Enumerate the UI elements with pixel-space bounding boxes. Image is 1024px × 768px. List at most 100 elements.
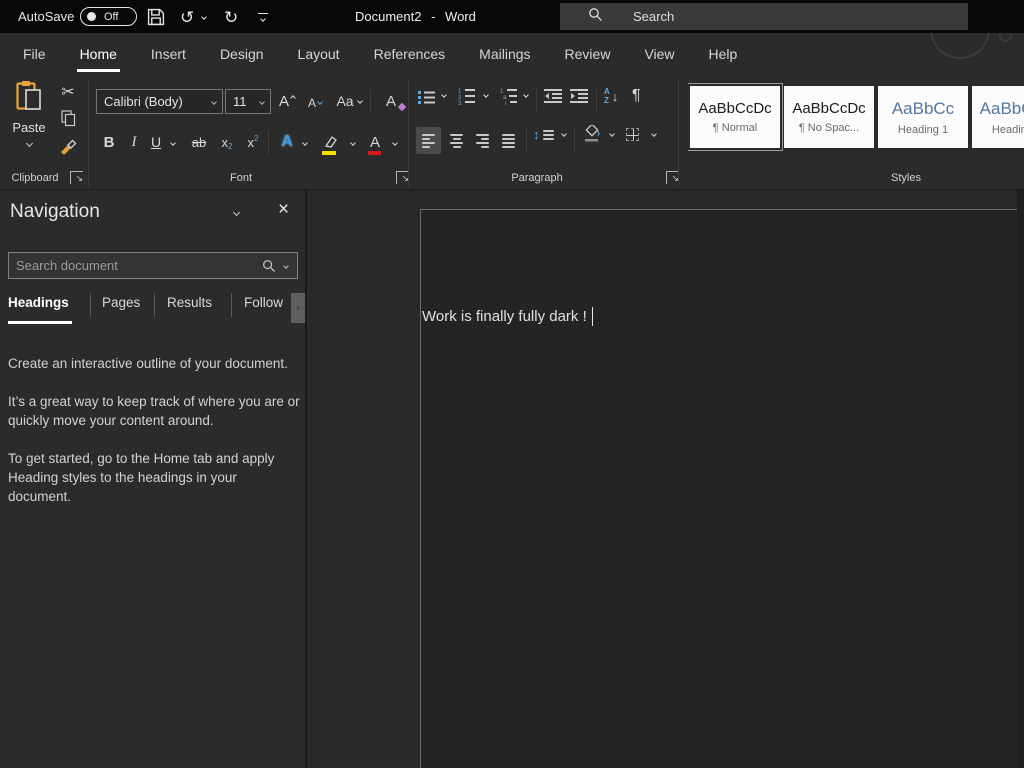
font-color-bar bbox=[368, 151, 381, 155]
font-family-value: Calibri (Body) bbox=[104, 94, 183, 109]
style-heading-2[interactable]: AaBbCcD Heading 2 bbox=[972, 86, 1024, 148]
autosave-state: Off bbox=[104, 10, 119, 23]
navigation-pane: Navigation × Headings Pages Results Foll… bbox=[0, 190, 307, 768]
italic-button[interactable]: I bbox=[124, 130, 144, 154]
tab-home[interactable]: Home bbox=[63, 33, 134, 75]
navigation-close-icon[interactable]: × bbox=[278, 199, 289, 221]
justify-button[interactable] bbox=[496, 127, 521, 154]
text-effects-button[interactable]: A bbox=[276, 130, 298, 154]
align-center-button[interactable] bbox=[444, 127, 469, 154]
clipboard-dialog-launcher-icon[interactable]: ↘ bbox=[70, 171, 83, 184]
bullets-icon[interactable] bbox=[418, 90, 435, 104]
show-hide-pilcrow-icon[interactable]: ¶ bbox=[632, 87, 641, 105]
clipboard-paste-icon bbox=[16, 80, 42, 116]
grow-font-button[interactable]: A bbox=[274, 90, 300, 112]
font-size-value: 11 bbox=[233, 94, 247, 109]
font-color-dropdown-icon[interactable] bbox=[388, 133, 402, 153]
nav-paragraph: It’s a great way to keep track of where … bbox=[8, 394, 300, 428]
document-title: Document2 - Word bbox=[355, 9, 476, 24]
search-document-icon[interactable] bbox=[262, 259, 276, 273]
toggle-knob-icon bbox=[87, 12, 96, 21]
change-case-button[interactable]: Aa bbox=[332, 90, 366, 112]
style-no-spacing[interactable]: AaBbCcDc ¶ No Spac... bbox=[784, 86, 874, 148]
multilevel-dropdown-icon[interactable] bbox=[520, 92, 532, 98]
font-color-button[interactable]: A bbox=[364, 128, 386, 156]
text-effects-dropdown-icon[interactable] bbox=[298, 133, 312, 153]
tab-layout[interactable]: Layout bbox=[281, 33, 357, 75]
undo-dropdown-icon[interactable] bbox=[201, 5, 207, 29]
line-spacing-dropdown-icon[interactable] bbox=[558, 131, 570, 137]
multilevel-list-icon[interactable]: 1 a i bbox=[500, 88, 517, 105]
underline-button[interactable]: U bbox=[146, 130, 166, 154]
search-icon bbox=[588, 7, 603, 27]
style-heading-1[interactable]: AaBbCc Heading 1 bbox=[878, 86, 968, 148]
search-label: Search bbox=[633, 9, 675, 24]
borders-icon[interactable] bbox=[626, 128, 639, 141]
tab-references[interactable]: References bbox=[357, 33, 463, 75]
paste-label: Paste bbox=[12, 120, 46, 135]
navigation-pane-title: Navigation bbox=[10, 201, 100, 222]
navigation-options-dropdown-icon[interactable] bbox=[232, 208, 241, 217]
paragraph-group-label: Paragraph bbox=[511, 172, 563, 184]
increase-indent-icon[interactable] bbox=[570, 89, 588, 103]
align-right-button[interactable] bbox=[470, 127, 495, 154]
font-size-select[interactable]: 11 bbox=[225, 89, 271, 114]
decrease-indent-icon[interactable] bbox=[544, 89, 562, 103]
bullets-dropdown-icon[interactable] bbox=[438, 92, 450, 98]
customize-toolbar-icon[interactable] bbox=[258, 5, 268, 29]
autosave-label: AutoSave bbox=[18, 9, 75, 24]
shading-dropdown-icon[interactable] bbox=[606, 131, 618, 137]
cut-icon[interactable]: ✂ bbox=[56, 81, 80, 103]
shrink-font-button[interactable]: A bbox=[302, 92, 328, 114]
svg-text:i: i bbox=[505, 101, 506, 105]
titlebar-search[interactable]: Search bbox=[560, 3, 968, 30]
nav-tab-following[interactable]: Follow bbox=[244, 295, 283, 310]
highlight-color-bar bbox=[322, 151, 336, 155]
tab-insert[interactable]: Insert bbox=[134, 33, 203, 75]
numbering-icon[interactable]: 1 2 3 bbox=[458, 88, 475, 105]
save-icon[interactable] bbox=[147, 5, 165, 29]
nav-tab-headings[interactable]: Headings bbox=[8, 295, 69, 310]
paste-button[interactable]: Paste bbox=[6, 80, 52, 168]
highlight-button[interactable] bbox=[318, 128, 344, 156]
tab-file[interactable]: File bbox=[6, 33, 63, 75]
title-bar: AutoSave Off ↺ ↻ Document2 - Word Search bbox=[0, 0, 1024, 33]
line-spacing-icon[interactable]: ↕ bbox=[533, 127, 554, 142]
autosave-toggle[interactable]: Off bbox=[80, 7, 137, 26]
tab-review[interactable]: Review bbox=[548, 33, 628, 75]
numbering-dropdown-icon[interactable] bbox=[480, 92, 492, 98]
redo-icon[interactable]: ↻ bbox=[224, 5, 238, 29]
superscript-button[interactable]: x2 bbox=[242, 130, 264, 154]
svg-text:3: 3 bbox=[458, 101, 462, 105]
font-group-label: Font bbox=[229, 172, 252, 184]
navigation-search-input[interactable] bbox=[9, 258, 262, 273]
eraser-icon bbox=[397, 102, 407, 112]
format-painter-icon[interactable] bbox=[54, 135, 82, 159]
bold-button[interactable]: B bbox=[98, 130, 120, 154]
nav-tabs-scroll-right-button[interactable]: › bbox=[291, 293, 305, 323]
highlight-dropdown-icon[interactable] bbox=[346, 133, 360, 153]
document-text-line[interactable]: Work is finally fully dark ! bbox=[422, 307, 593, 326]
tab-mailings[interactable]: Mailings bbox=[462, 33, 547, 75]
underline-dropdown-icon[interactable] bbox=[166, 133, 180, 153]
shading-icon[interactable] bbox=[582, 125, 602, 143]
style-normal[interactable]: AaBbCcDc ¶ Normal bbox=[688, 83, 783, 151]
vertical-scrollbar[interactable] bbox=[1017, 190, 1024, 768]
align-left-button[interactable] bbox=[416, 127, 441, 154]
headings-tab-underline bbox=[8, 321, 72, 324]
font-family-select[interactable]: Calibri (Body) bbox=[96, 89, 223, 114]
subscript-button[interactable]: x2 bbox=[216, 130, 238, 154]
nav-tab-results[interactable]: Results bbox=[167, 295, 212, 310]
strikethrough-button[interactable]: ab bbox=[186, 130, 212, 154]
sort-icon[interactable]: AZ ↓ bbox=[604, 87, 618, 105]
tab-view[interactable]: View bbox=[627, 33, 691, 75]
nav-tab-pages[interactable]: Pages bbox=[102, 295, 140, 310]
document-page[interactable] bbox=[420, 209, 1024, 768]
tab-design[interactable]: Design bbox=[203, 33, 281, 75]
tab-help[interactable]: Help bbox=[692, 33, 755, 75]
borders-dropdown-icon[interactable] bbox=[648, 131, 660, 137]
copy-icon[interactable] bbox=[56, 107, 80, 129]
undo-icon[interactable]: ↺ bbox=[180, 5, 194, 29]
search-options-dropdown-icon[interactable] bbox=[283, 262, 289, 269]
clear-formatting-button[interactable]: A bbox=[378, 89, 407, 113]
